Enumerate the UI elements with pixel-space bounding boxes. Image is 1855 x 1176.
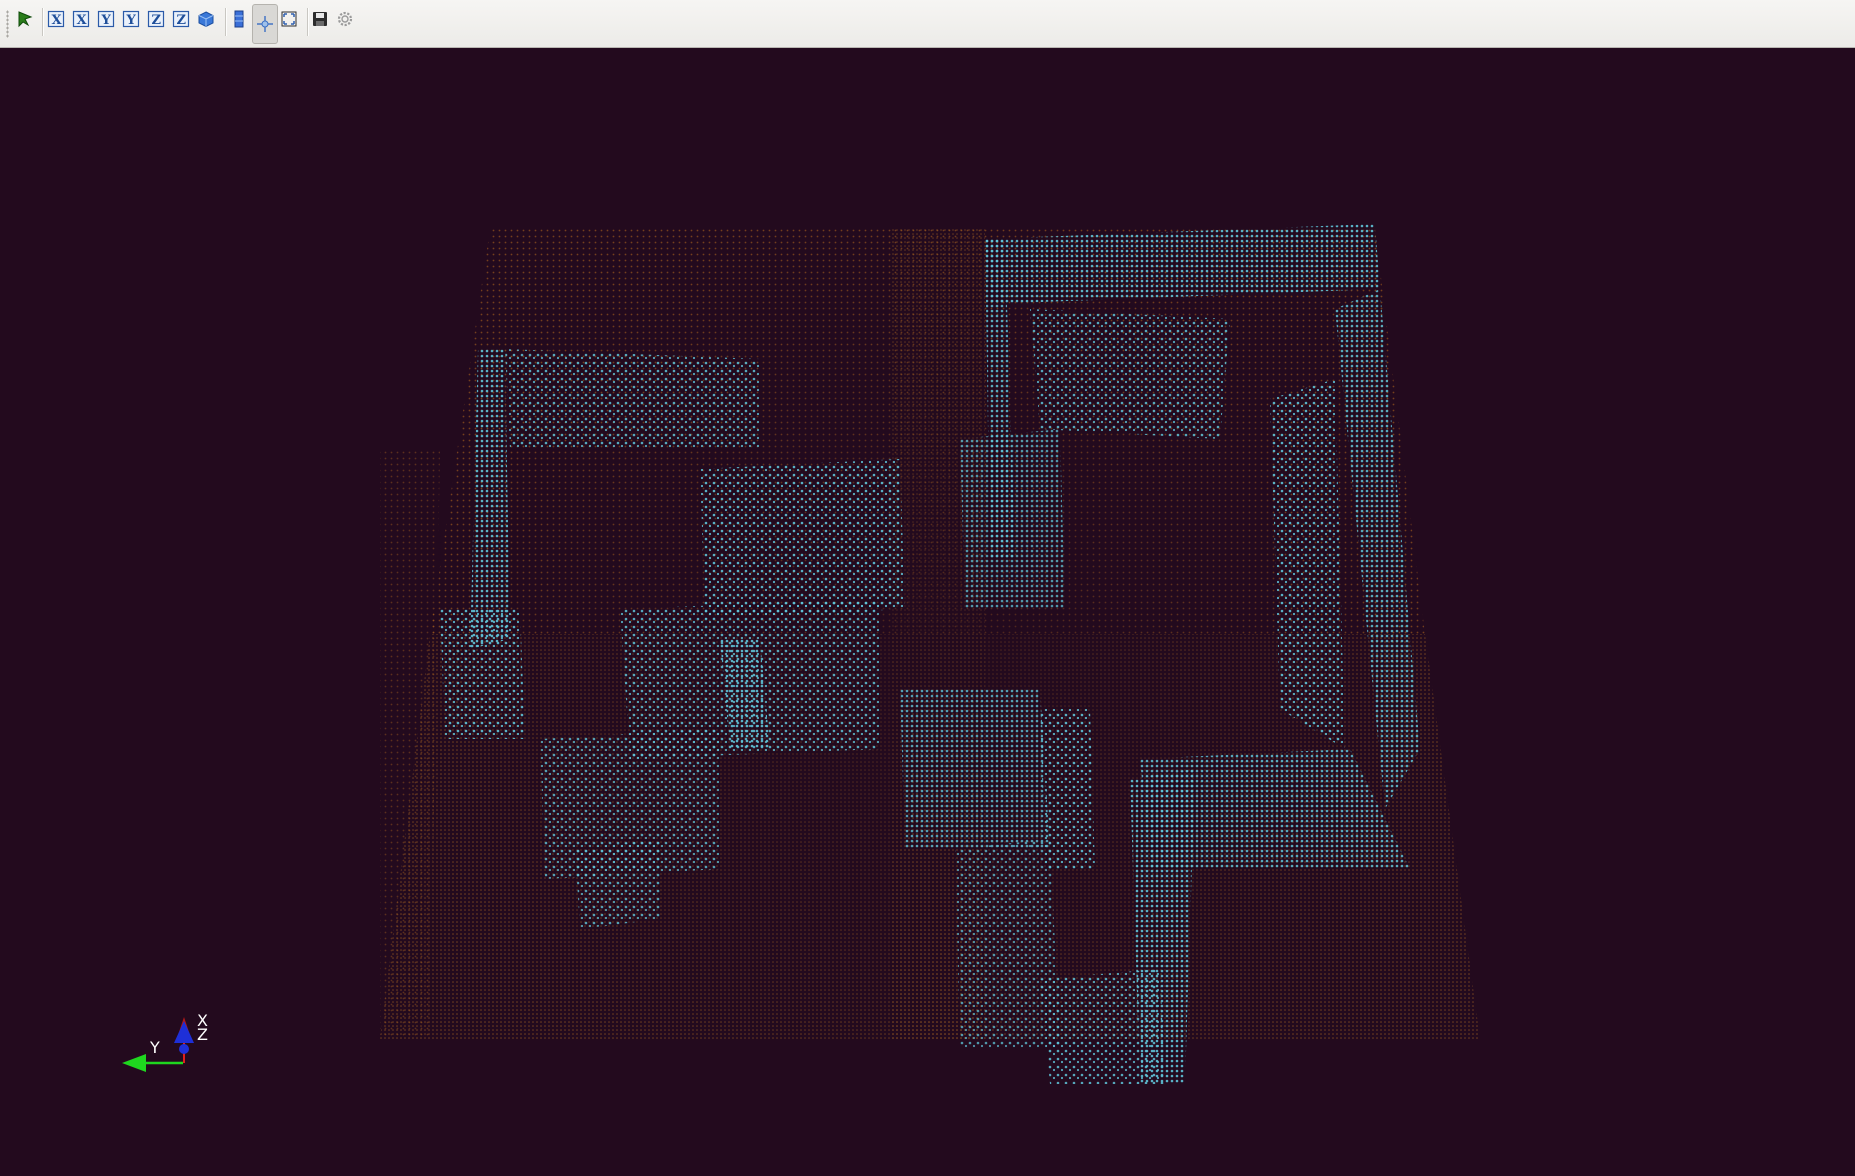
save-icon <box>313 12 327 26</box>
select-tool-button[interactable] <box>12 6 38 32</box>
view-x-pos-button[interactable]: X <box>43 6 69 32</box>
z-axis-arrow <box>174 1021 194 1043</box>
toolbar-grip[interactable] <box>6 10 9 38</box>
svg-text:Y: Y <box>126 13 137 28</box>
x-axis-view-icon: X <box>72 10 90 28</box>
view-iso-button[interactable] <box>193 6 219 32</box>
axes-triad: X Z Y <box>122 1011 208 1072</box>
viewer-toolbar: X X Y Y Z Z <box>0 0 1855 48</box>
y-axis-view-icon: Y <box>97 10 115 28</box>
y-axis-label: Y <box>149 1038 160 1057</box>
select-icon <box>18 11 33 28</box>
z-axis-label: Z <box>197 1025 208 1044</box>
rotation-center-icon <box>257 16 273 32</box>
svg-text:Z: Z <box>177 13 187 28</box>
view-y-pos-button[interactable]: Y <box>93 6 119 32</box>
isometric-cube-icon <box>198 11 214 28</box>
view-y-neg-button[interactable]: Y <box>118 6 144 32</box>
voxel-point-cloud[interactable]: X Z Y <box>0 49 1855 1176</box>
color-legend-button[interactable] <box>226 6 252 32</box>
fit-view-icon <box>281 11 297 27</box>
settings-button[interactable] <box>332 6 358 32</box>
3d-viewport[interactable]: X Z Y <box>0 49 1855 1176</box>
svg-text:X: X <box>77 13 88 28</box>
x-axis-view-icon: X <box>47 10 65 28</box>
view-x-neg-button[interactable]: X <box>68 6 94 32</box>
y-axis-view-icon: Y <box>122 10 140 28</box>
rotation-center-button[interactable] <box>252 4 278 44</box>
settings-icon <box>337 11 353 27</box>
view-z-pos-button[interactable]: Z <box>143 6 169 32</box>
z-axis-view-icon: Z <box>147 10 165 28</box>
view-z-neg-button[interactable]: Z <box>168 6 194 32</box>
y-axis-arrow <box>122 1054 146 1072</box>
fit-view-button[interactable] <box>276 6 302 32</box>
save-button[interactable] <box>307 6 333 32</box>
z-axis-view-icon: Z <box>172 10 190 28</box>
z-axis-dot <box>179 1044 189 1054</box>
svg-text:Y: Y <box>101 13 112 28</box>
svg-text:Z: Z <box>152 13 162 28</box>
svg-text:X: X <box>52 13 63 28</box>
color-legend-icon <box>234 10 244 28</box>
